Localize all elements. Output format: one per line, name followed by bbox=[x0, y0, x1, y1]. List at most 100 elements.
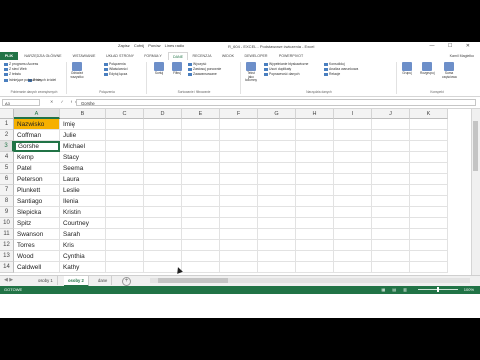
grid-cell[interactable] bbox=[106, 207, 144, 218]
grid-cell[interactable] bbox=[372, 152, 410, 163]
grid-cell[interactable] bbox=[106, 174, 144, 185]
group-button[interactable]: Grupuj bbox=[400, 62, 414, 76]
row-header[interactable]: 5 bbox=[0, 163, 14, 174]
grid-cell[interactable] bbox=[296, 163, 334, 174]
relationships-button[interactable]: Relacje bbox=[324, 72, 340, 76]
grid-cell[interactable]: Kemp bbox=[14, 152, 60, 163]
grid-cell[interactable] bbox=[106, 251, 144, 262]
grid-cell[interactable] bbox=[334, 218, 372, 229]
grid-cell[interactable] bbox=[372, 174, 410, 185]
grid-cell[interactable] bbox=[372, 141, 410, 152]
grid-cell[interactable] bbox=[106, 196, 144, 207]
grid-cell[interactable]: Kathy bbox=[60, 262, 106, 273]
zoom-slider-handle[interactable] bbox=[437, 287, 439, 292]
grid-cell[interactable] bbox=[334, 196, 372, 207]
grid-cell[interactable] bbox=[410, 207, 448, 218]
tab-widok[interactable]: WIDOK bbox=[218, 52, 238, 60]
grid-cell[interactable] bbox=[106, 229, 144, 240]
flash-fill-button[interactable]: Wypełnianie błyskawiczne bbox=[264, 62, 308, 66]
grid-cell[interactable] bbox=[106, 240, 144, 251]
grid-cell[interactable] bbox=[182, 185, 220, 196]
text-to-columns-button[interactable]: Tekst jako kolumny bbox=[244, 62, 258, 83]
grid-cell[interactable]: Julie bbox=[60, 130, 106, 141]
grid-cell[interactable]: Imię bbox=[60, 119, 106, 130]
grid-cell[interactable] bbox=[220, 119, 258, 130]
undo-button[interactable]: Cofnij bbox=[134, 43, 144, 48]
grid-cell[interactable]: Ilenia bbox=[60, 196, 106, 207]
new-sheet-button[interactable]: + bbox=[122, 277, 131, 286]
grid-cell[interactable] bbox=[182, 229, 220, 240]
row-header[interactable]: 7 bbox=[0, 185, 14, 196]
grid-cell[interactable]: Wood bbox=[14, 251, 60, 262]
grid-cell[interactable]: Kristin bbox=[60, 207, 106, 218]
vertical-scroll-thumb[interactable] bbox=[473, 121, 478, 171]
grid-cell[interactable] bbox=[296, 229, 334, 240]
grid-cell[interactable] bbox=[296, 119, 334, 130]
grid-cell[interactable]: Plunkett bbox=[14, 185, 60, 196]
grid-cell[interactable] bbox=[334, 174, 372, 185]
grid-cell[interactable] bbox=[334, 163, 372, 174]
grid-cell[interactable] bbox=[334, 229, 372, 240]
grid-cell[interactable] bbox=[144, 152, 182, 163]
grid-cell[interactable] bbox=[144, 251, 182, 262]
refresh-all-button[interactable]: Odśwież wszystko bbox=[70, 62, 84, 79]
horizontal-scrollbar[interactable] bbox=[150, 278, 470, 283]
grid-cell[interactable] bbox=[106, 163, 144, 174]
grid-cell[interactable] bbox=[296, 196, 334, 207]
subtotal-button[interactable]: Suma częściowa bbox=[442, 62, 457, 79]
existing-connections-button[interactable]: Istniejące połączenia bbox=[4, 78, 40, 82]
grid-cell[interactable] bbox=[106, 152, 144, 163]
grid-cell[interactable] bbox=[106, 141, 144, 152]
grid-cell[interactable] bbox=[106, 218, 144, 229]
column-header-g[interactable]: G bbox=[258, 109, 296, 119]
sheet-tab-dane[interactable]: dane bbox=[94, 276, 113, 285]
grid-cell[interactable] bbox=[372, 119, 410, 130]
tab-recenzja[interactable]: RECENZJA bbox=[188, 52, 216, 60]
data-validation-button[interactable]: Poprawność danych bbox=[264, 72, 300, 76]
user-account[interactable]: Kamil Magiełko bbox=[450, 52, 474, 60]
grid-cell[interactable] bbox=[144, 141, 182, 152]
grid-cell[interactable] bbox=[258, 240, 296, 251]
grid-cell[interactable] bbox=[144, 229, 182, 240]
grid-cell[interactable] bbox=[410, 229, 448, 240]
column-header-b[interactable]: B bbox=[60, 109, 106, 119]
row-header[interactable]: 8 bbox=[0, 196, 14, 207]
grid-cell[interactable] bbox=[220, 141, 258, 152]
column-header-k[interactable]: K bbox=[410, 109, 448, 119]
grid-cell[interactable] bbox=[144, 196, 182, 207]
grid-cell[interactable] bbox=[220, 207, 258, 218]
grid-cell[interactable] bbox=[296, 251, 334, 262]
grid-cell[interactable] bbox=[334, 185, 372, 196]
grid-cell[interactable]: Stacy bbox=[60, 152, 106, 163]
remove-duplicates-button[interactable]: Usuń duplikaty bbox=[264, 67, 291, 71]
from-web-button[interactable]: Z sieci Web bbox=[4, 67, 27, 71]
grid-cell[interactable] bbox=[258, 163, 296, 174]
window-controls[interactable]: — ☐ ✕ bbox=[430, 43, 476, 49]
column-header-h[interactable]: H bbox=[296, 109, 334, 119]
grid-cell[interactable] bbox=[334, 207, 372, 218]
zoom-slider[interactable] bbox=[418, 287, 458, 292]
from-text-button[interactable]: Z tekstu bbox=[4, 72, 21, 76]
grid-cell[interactable] bbox=[220, 152, 258, 163]
grid-cell[interactable] bbox=[410, 119, 448, 130]
grid-cell[interactable] bbox=[182, 119, 220, 130]
grid-cell[interactable]: Sarah bbox=[60, 229, 106, 240]
column-header-f[interactable]: F bbox=[220, 109, 258, 119]
grid-cell[interactable] bbox=[258, 174, 296, 185]
grid-cell[interactable]: Slepicka bbox=[14, 207, 60, 218]
consolidate-button[interactable]: Konsoliduj bbox=[324, 62, 345, 66]
grid-cell[interactable] bbox=[372, 218, 410, 229]
grid-cell[interactable] bbox=[182, 141, 220, 152]
grid-cell[interactable] bbox=[258, 262, 296, 273]
name-box[interactable]: A3 bbox=[2, 99, 40, 106]
tab-deweloper[interactable]: DEWELOPER bbox=[240, 52, 272, 60]
row-header[interactable]: 14 bbox=[0, 262, 14, 273]
grid-cell[interactable] bbox=[296, 141, 334, 152]
grid-cell[interactable] bbox=[372, 196, 410, 207]
zoom-level[interactable]: 100% bbox=[464, 286, 474, 294]
advanced-filter-button[interactable]: Zaawansowane bbox=[188, 72, 217, 76]
grid-cell[interactable] bbox=[144, 174, 182, 185]
grid-cell[interactable] bbox=[334, 130, 372, 141]
grid-cell[interactable] bbox=[220, 185, 258, 196]
grid-cell[interactable] bbox=[296, 240, 334, 251]
